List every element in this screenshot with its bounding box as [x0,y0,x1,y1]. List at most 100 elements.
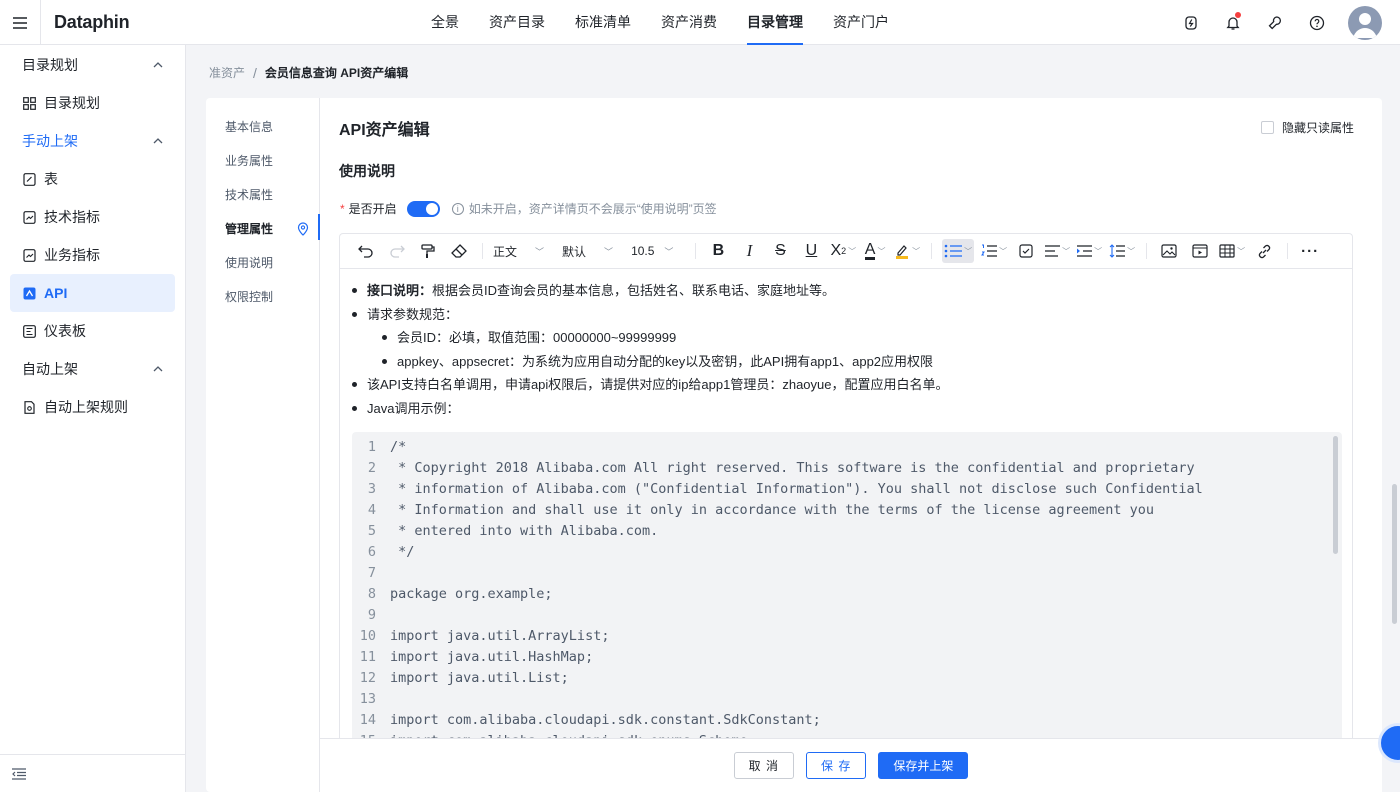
dashboard-icon [22,324,36,338]
format-painter-icon[interactable] [416,239,440,263]
italic-icon[interactable]: I [737,239,761,263]
power-icon[interactable] [1170,0,1212,45]
checklist-icon[interactable] [1014,239,1038,263]
chevron-down-icon: ﹀ [535,246,545,257]
anchor-business-attrs[interactable]: 业务属性 [206,144,319,178]
bell-icon[interactable] [1212,0,1254,45]
code-scrollbar[interactable] [1333,436,1338,554]
font-color-icon[interactable]: A ﹀ [863,239,887,263]
sidebar-group-auto[interactable]: 自动上架 [0,350,185,388]
code-block[interactable]: 1 /* 2 * Copyright 2018 Alibaba.com All ri… [352,432,1342,762]
enable-label: 是否开启 [348,202,397,216]
code-line: 9 [352,605,1342,626]
superscript-icon[interactable]: X 2 ﹀ [830,239,856,263]
line-number: 5 [367,523,376,539]
line-number: 4 [367,502,376,518]
align-left-icon[interactable]: ﹀ [1045,239,1070,263]
image-icon[interactable] [1157,239,1181,263]
sidebar-group-catalog-plan[interactable]: 目录规划 [0,46,185,84]
font-size-select[interactable]: 10.5 ﹀ [631,244,673,258]
more-icon[interactable]: ··· [1298,239,1322,263]
page-title: API资产编辑 [339,122,430,139]
sidebar-item-catalog-plan[interactable]: 目录规划 [10,84,175,122]
line-number: 11 [359,649,376,665]
nav-item-asset-portal[interactable]: 资产门户 [818,0,904,45]
sidebar-item-table[interactable]: 表 [10,160,175,198]
code-line: 10 import java.util.ArrayList; [352,626,1342,647]
hide-readonly-checkbox[interactable] [1260,121,1274,134]
nav-item-asset-consume[interactable]: 资产消费 [646,0,732,45]
hide-readonly-toggle[interactable]: 隐藏只读属性 [1260,119,1354,136]
sidebar-item-dashboard[interactable]: 仪表板 [10,312,175,350]
sidebar-group-manual[interactable]: 手动上架 [0,122,185,160]
wrench-icon[interactable] [1254,0,1296,45]
code-text: * Copyright 2018 Alibaba.com All right r… [390,460,1195,476]
breadcrumb-separator: / [253,64,257,81]
avatar[interactable] [1348,5,1382,40]
breadcrumb-parent[interactable]: 准资产 [209,64,245,81]
enable-switch[interactable] [406,200,440,217]
anchor-tech-attrs[interactable]: 技术属性 [206,178,319,212]
anchor-permission[interactable]: 权限控制 [206,280,319,314]
save-publish-button[interactable]: 保存并上架 [878,752,969,779]
list-item: appkey、appsecret：为系统为应用自动分配的key以及密钥，此API… [352,350,1342,374]
sidebar-item-auto-rule[interactable]: 自动上架规则 [10,388,175,426]
table-icon[interactable]: ﹀ [1219,239,1245,263]
anchor-manage-attrs[interactable]: 管理属性 [206,212,320,246]
line-height-icon[interactable]: ﹀ [1109,239,1135,263]
editor-content[interactable]: 接口说明：根据会员ID查询会员的基本信息，包括姓名、联系电话、家庭地址等。 请求… [340,269,1352,762]
strikethrough-icon[interactable]: S [768,239,792,263]
font-family-select[interactable]: 默认 ﹀ [562,243,613,260]
eraser-icon[interactable] [447,239,471,263]
main-nav: 全景 资产目录 标准清单 资产消费 目录管理 资产门户 [416,0,904,45]
bullet-dot [382,335,387,340]
anchor-basic-info[interactable]: 基本信息 [206,110,319,144]
toolbar-divider [695,243,697,259]
nav-item-catalog-manage[interactable]: 目录管理 [732,0,818,45]
app-logo[interactable]: Dataphin [54,12,130,33]
save-button[interactable]: 保 存 [805,752,867,779]
highlight-icon[interactable]: ﹀ [894,239,920,263]
undo-icon[interactable] [354,239,378,263]
bullet-dot [352,382,357,387]
sidebar-item-tech-metric[interactable]: 技术指标 [10,198,175,236]
line-number: 10 [359,628,376,644]
menu-icon[interactable] [0,0,41,45]
paragraph-style-select[interactable]: 正文 ﹀ [493,243,544,260]
code-text: import java.util.ArrayList; [390,628,610,644]
page-scrollbar[interactable] [1392,484,1397,624]
enable-hint: i 如未开启，资产详情页不会展示“使用说明”页签 [451,200,717,217]
bold-icon[interactable]: B [706,239,730,263]
ordered-list-icon[interactable]: ﹀ [981,239,1007,263]
list-item: 请求参数规范： [352,303,1342,327]
line-number: 6 [367,544,376,560]
underline-icon[interactable]: U [799,239,823,263]
sidebar-item-biz-metric[interactable]: 业务指标 [10,236,175,274]
help-icon[interactable] [1296,0,1338,45]
line-number: 14 [359,712,376,728]
video-icon[interactable] [1188,239,1212,263]
bullet-dot [382,358,387,364]
chevron-down-icon: ﹀ [664,246,674,257]
code-text: * information of Alibaba.com ("Confident… [390,481,1203,497]
nav-item-overview[interactable]: 全景 [416,0,474,45]
collapse-sidebar-icon[interactable] [0,754,185,792]
rule-doc-icon [22,400,36,414]
indent-icon[interactable]: ﹀ [1077,239,1102,263]
list-item: 该API支持白名单调用，申请api权限后，请提供对应的ip给app1管理员：zh… [352,373,1342,397]
link-icon[interactable] [1252,239,1276,263]
grid-icon [22,96,36,110]
cancel-button[interactable]: 取 消 [733,752,794,779]
redo-icon[interactable] [385,239,409,263]
sidebar-item-api[interactable]: API [10,274,175,312]
nav-item-asset-catalog[interactable]: 资产目录 [474,0,560,45]
nav-item-standard-list[interactable]: 标准清单 [560,0,646,45]
chevron-up-icon [153,138,163,144]
toolbar-divider [1146,243,1148,259]
line-number: 1 [367,439,376,455]
chevron-down-icon: ﹀ [604,246,614,257]
metric-doc-icon [22,248,36,262]
bullet-list-icon[interactable]: ﹀ [942,239,975,263]
anchor-usage-notes[interactable]: 使用说明 [206,246,319,280]
location-pin-icon [297,222,309,236]
